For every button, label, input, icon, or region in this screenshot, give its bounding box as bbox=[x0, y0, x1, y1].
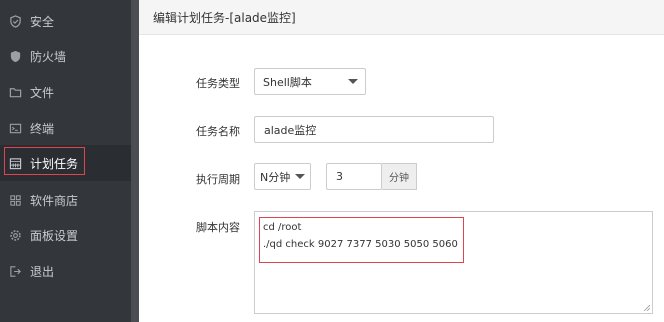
sidebar: 安全 防火墙 文件 终端 计划任务 软件商店 面板设置 退出 bbox=[0, 0, 131, 322]
task-name-value: alade监控 bbox=[264, 123, 317, 137]
task-type-select[interactable]: Shell脚本 bbox=[254, 68, 366, 95]
sidebar-item-app-store[interactable]: 软件商店 bbox=[0, 182, 131, 218]
dialog-header: 编辑计划任务-[alade监控] bbox=[139, 0, 664, 35]
gear-icon bbox=[7, 227, 23, 243]
chevron-down-icon bbox=[348, 79, 358, 84]
terminal-icon bbox=[7, 120, 23, 136]
sidebar-item-firewall[interactable]: 防火墙 bbox=[0, 38, 131, 74]
period-minutes-input[interactable]: 3 bbox=[326, 163, 382, 190]
edit-cron-dialog: 编辑计划任务-[alade监控] 任务类型 Shell脚本 任务名称 alade… bbox=[139, 0, 664, 322]
task-type-label: 任务类型 bbox=[196, 77, 240, 90]
task-type-value: Shell脚本 bbox=[263, 75, 312, 89]
firewall-shield-icon bbox=[7, 48, 23, 64]
period-unit-select[interactable]: N分钟 bbox=[254, 163, 311, 190]
sidebar-item-logout[interactable]: 退出 bbox=[0, 253, 131, 289]
dialog-title: 编辑计划任务-[alade监控] bbox=[153, 11, 296, 25]
content-gap bbox=[131, 0, 139, 322]
sidebar-item-label: 终端 bbox=[30, 121, 55, 136]
task-name-input[interactable]: alade监控 bbox=[254, 116, 494, 143]
script-highlight bbox=[259, 217, 464, 263]
period-minutes-addon: 分钟 bbox=[382, 163, 417, 190]
sidebar-item-label: 防火墙 bbox=[30, 49, 67, 64]
sidebar-item-label: 软件商店 bbox=[30, 193, 79, 208]
sidebar-item-security[interactable]: 安全 bbox=[0, 3, 131, 39]
task-name-label: 任务名称 bbox=[196, 125, 240, 138]
chevron-down-icon bbox=[295, 174, 305, 179]
sidebar-item-settings[interactable]: 面板设置 bbox=[0, 217, 131, 253]
logout-icon bbox=[7, 263, 23, 279]
shield-check-icon bbox=[7, 13, 23, 29]
resize-handle-icon[interactable] bbox=[642, 303, 650, 311]
sidebar-item-label: 面板设置 bbox=[30, 228, 79, 243]
sidebar-item-terminal[interactable]: 终端 bbox=[0, 110, 131, 146]
folder-icon bbox=[7, 84, 23, 100]
period-minutes-value: 3 bbox=[336, 170, 343, 183]
active-item-highlight bbox=[4, 147, 85, 175]
grid-apps-icon bbox=[7, 192, 23, 208]
sidebar-item-label: 安全 bbox=[30, 14, 55, 29]
script-label: 脚本内容 bbox=[196, 221, 240, 234]
period-unit-value: N分钟 bbox=[260, 170, 291, 184]
sidebar-item-files[interactable]: 文件 bbox=[0, 74, 131, 110]
sidebar-item-label: 文件 bbox=[30, 85, 55, 100]
sidebar-item-label: 退出 bbox=[30, 264, 55, 279]
period-label: 执行周期 bbox=[196, 173, 240, 186]
